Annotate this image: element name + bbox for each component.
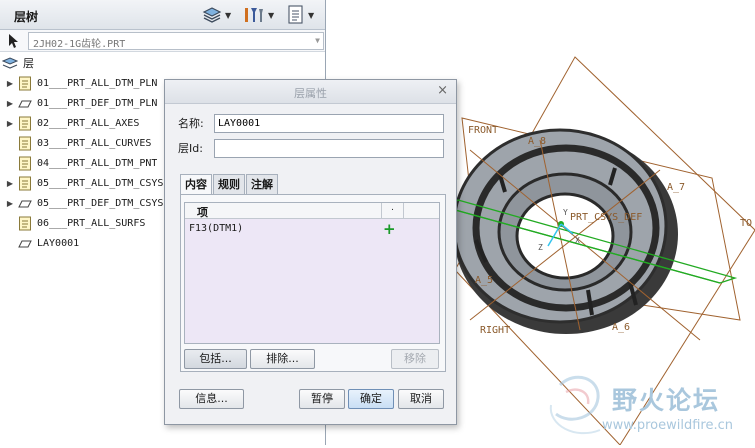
cancel-button[interactable]: 取消 — [398, 389, 444, 409]
info-button[interactable]: 信息... — [179, 389, 244, 409]
layers-stack-icon — [202, 7, 222, 23]
layer-tree-root-label: 层 — [23, 57, 34, 70]
layer-plane-icon — [18, 236, 32, 251]
gear-bore — [515, 192, 615, 280]
layer-display-button[interactable]: ▼ — [202, 5, 231, 25]
layer-folder-icon — [18, 116, 32, 131]
chevron-down-icon: ▼ — [268, 10, 275, 20]
active-model-select[interactable]: 2JH02-1G齿轮.PRT ▼ — [28, 32, 324, 50]
include-button[interactable]: 包括... — [184, 349, 247, 369]
layers-stack-icon — [2, 57, 18, 69]
chevron-down-icon: ▼ — [315, 36, 320, 45]
ok-button[interactable]: 确定 — [348, 389, 394, 409]
name-field-row: 名称: — [178, 113, 444, 133]
layer-tree-title: 层树 — [14, 10, 39, 24]
expand-triangle-icon[interactable]: ▶ — [4, 179, 16, 188]
layer-tree-item-label: LAY0001 — [37, 237, 80, 249]
csys-axis-label: Y — [563, 208, 568, 217]
layer-tree-item-label: 06___PRT_ALL_SURFS — [37, 217, 146, 229]
layer-id-label: 层Id: — [178, 142, 203, 155]
layer-tree-item[interactable]: ▶ 05___PRT_DEF_DTM_CSYS — [0, 193, 170, 213]
layer-settings-button[interactable]: ▼ — [287, 5, 314, 25]
dialog-tabs: 内容 规则 注解 — [180, 174, 279, 195]
layer-properties-dialog: 层属性 × 名称: 层Id: 内容 规则 注解 项 . F13(DTM1) + … — [164, 79, 457, 425]
exclude-button[interactable]: 排除... — [250, 349, 315, 369]
datum-label: FRONT — [468, 125, 498, 136]
active-model-row: 2JH02-1G齿轮.PRT ▼ — [0, 30, 325, 52]
layer-tree-item[interactable]: ▶ 01___PRT_ALL_DTM_PLN — [0, 73, 170, 93]
layer-tree-item[interactable]: 03___PRT_ALL_CURVES — [0, 133, 170, 153]
tools-icon — [245, 8, 263, 22]
layer-tree-item[interactable]: ▶ 05___PRT_ALL_DTM_CSYS — [0, 173, 170, 193]
datum-label: A_5 — [475, 275, 493, 286]
datum-label: TO — [740, 218, 752, 229]
layer-tree-item-label: 05___PRT_ALL_DTM_CSYS — [37, 177, 164, 189]
tab-notes[interactable]: 注解 — [246, 174, 278, 194]
csys-axis-label: Z — [538, 243, 543, 252]
layer-tree-item[interactable]: 06___PRT_ALL_SURFS — [0, 213, 170, 233]
layer-id-input[interactable] — [214, 138, 444, 158]
column-header-status[interactable]: . — [381, 203, 403, 218]
expand-triangle-icon[interactable]: ▶ — [4, 119, 16, 128]
datum-label: RIGHT — [480, 325, 510, 336]
layer-tree-item[interactable]: ▶ 01___PRT_DEF_DTM_PLN — [0, 93, 170, 113]
watermark-text: 野火论坛 — [612, 386, 721, 415]
layer-tree-item-label: 01___PRT_ALL_DTM_PLN — [37, 77, 158, 89]
layer-tree-item[interactable]: ▶ 02___PRT_ALL_AXES — [0, 113, 170, 133]
layer-plane-icon — [18, 196, 32, 211]
list-settings-icon — [288, 5, 303, 24]
chevron-down-icon: ▼ — [225, 10, 232, 20]
contents-tab-panel: 项 . F13(DTM1) + 包括... 排除... 移除 — [180, 194, 446, 372]
row-item-value: F13(DTM1) — [189, 223, 244, 234]
layer-tree-item-label: 05___PRT_DEF_DTM_CSYS — [37, 197, 164, 209]
layer-folder-icon — [18, 136, 32, 151]
layer-tree-root[interactable]: 层 — [2, 55, 34, 71]
name-input[interactable] — [214, 113, 444, 133]
tab-rules[interactable]: 规则 — [213, 174, 245, 194]
close-icon[interactable]: × — [437, 83, 448, 98]
active-model-value: 2JH02-1G齿轮.PRT — [33, 39, 126, 50]
layer-tree-header: 层树 ▼ ▼ ▼ — [0, 0, 325, 30]
dialog-title-bar[interactable]: 层属性 × — [165, 80, 456, 104]
chevron-down-icon: ▼ — [308, 10, 315, 20]
layer-folder-icon — [18, 76, 32, 91]
datum-label: A_6 — [612, 322, 630, 333]
tab-contents[interactable]: 内容 — [180, 174, 212, 195]
column-header-item[interactable]: 项 — [197, 204, 208, 220]
datum-label: A_8 — [528, 136, 546, 147]
layer-folder-icon — [18, 176, 32, 191]
pause-button[interactable]: 暂停 — [299, 389, 345, 409]
layer-plane-icon — [18, 96, 32, 111]
layer-tree-item[interactable]: 04___PRT_ALL_DTM_PNT — [0, 153, 170, 173]
remove-button[interactable]: 移除 — [391, 349, 439, 369]
layer-id-field-row: 层Id: — [178, 138, 444, 158]
dialog-title: 层属性 — [294, 87, 327, 100]
layer-tree-item-label: 01___PRT_DEF_DTM_PLN — [37, 97, 158, 109]
datum-label: PRT_CSYS_DEF — [570, 212, 642, 223]
layer-tree-item-label: 02___PRT_ALL_AXES — [37, 117, 140, 129]
layer-folder-icon — [18, 216, 32, 231]
layer-tree-item-label: 03___PRT_ALL_CURVES — [37, 137, 152, 149]
layer-tree-item[interactable]: LAY0001 — [0, 233, 170, 253]
column-header-blank — [403, 203, 440, 218]
expand-triangle-icon[interactable]: ▶ — [4, 199, 16, 208]
name-label: 名称: — [178, 117, 204, 130]
datum-label: A_7 — [667, 182, 685, 193]
layer-items-table[interactable]: 项 . F13(DTM1) + — [184, 202, 440, 344]
watermark-logo — [549, 375, 601, 435]
expand-triangle-icon[interactable]: ▶ — [4, 99, 16, 108]
table-row[interactable]: F13(DTM1) + — [185, 220, 439, 238]
pointer-icon[interactable] — [7, 33, 19, 49]
layer-folder-icon — [18, 156, 32, 171]
layer-tools-button[interactable]: ▼ — [243, 5, 274, 25]
table-header: 项 . — [185, 203, 439, 219]
expand-triangle-icon[interactable]: ▶ — [4, 79, 16, 88]
csys-axis-label: X — [575, 236, 580, 245]
watermark-url: www.proewildfire.cn — [602, 418, 733, 433]
layer-tree-item-label: 04___PRT_ALL_DTM_PNT — [37, 157, 158, 169]
included-plus-icon: + — [383, 220, 396, 238]
